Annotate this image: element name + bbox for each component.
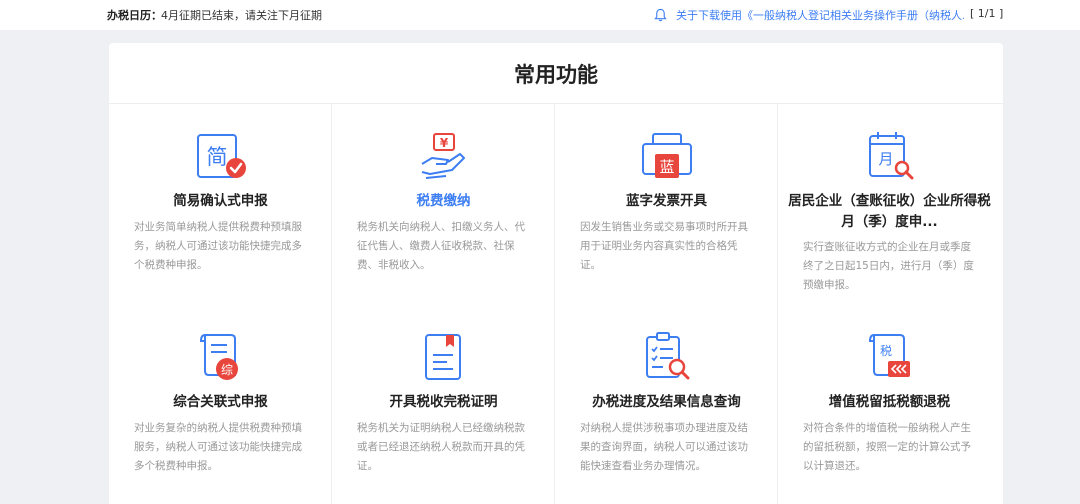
card-title: 增值税留抵税额退税: [828, 394, 951, 410]
card-title: 简易确认式申报: [173, 193, 268, 209]
svg-text:简: 简: [207, 145, 228, 169]
svg-text:综: 综: [221, 363, 233, 377]
blue-invoice-icon: 蓝: [642, 133, 692, 178]
top-notice-bar: 办税日历： 4月征期已结束，请关注下月征期 关于下载使用《一般纳税人登记相关业务…: [0, 0, 1080, 30]
card-description: 对业务复杂的纳税人提供税费种预填服务，纳税人可通过该功能快捷完成多个税费种申报。: [134, 422, 302, 472]
card-blue-invoice[interactable]: 蓝 蓝字发票开具 因发生销售业务或交易事项时所开具用于证明业务内容真实性的合格凭…: [555, 104, 778, 304]
card-resident-enterprise[interactable]: 月 居民企业（查账征收）企业所得税月（季）度申... 实行查账征收方式的企业在月…: [778, 104, 1001, 304]
svg-text:¥: ¥: [440, 136, 449, 150]
svg-text:蓝: 蓝: [659, 158, 674, 176]
svg-text:税: 税: [880, 344, 892, 358]
vat-refund-icon: 税: [868, 334, 910, 377]
card-description: 对纳税人提供涉税事项办理进度及结果的查询界面，纳税人可以通过该功能快速查看业务办…: [580, 422, 748, 472]
card-description: 税务机关向纳税人、扣缴义务人、代征代售人、缴费人征收税款、社保费、非税收入。: [357, 221, 525, 271]
resident-enterprise-icon: 月: [869, 132, 914, 180]
common-functions-panel: 常用功能 简 简易确认式申报 对业务简单纳税人提供税费种预填服务，纳税人可通过该…: [109, 43, 1003, 504]
bell-icon: [654, 8, 667, 22]
card-vat-refund[interactable]: 税 增值税留抵税额退税 对符合条件的增值税一般纳税人产生的留抵税额，按照一定的计…: [778, 305, 1001, 504]
card-description: 实行查账征收方式的企业在月或季度终了之日起15日内，进行月（季）度预缴申报。: [803, 241, 974, 291]
card-title: 开具税收完税证明: [389, 394, 498, 410]
simple-declaration-icon: 简: [197, 134, 246, 178]
tax-payment-icon: ¥: [421, 133, 465, 179]
tax-certificate-icon: [425, 334, 461, 380]
panel-title: 常用功能: [514, 63, 598, 87]
card-title: 蓝字发票开具: [626, 193, 707, 209]
progress-query-icon: [646, 332, 690, 380]
svg-text:月: 月: [878, 150, 893, 168]
card-title: 居民企业（查账征收）企业所得税月（季）度申...: [788, 193, 991, 230]
card-title: 综合关联式申报: [173, 394, 268, 410]
card-comprehensive-declaration[interactable]: 综 综合关联式申报 对业务复杂的纳税人提供税费种预填服务，纳税人可通过该功能快捷…: [109, 305, 332, 504]
card-tax-payment[interactable]: ¥ 税费缴纳 税务机关向纳税人、扣缴义务人、代征代售人、缴费人征收税款、社保费、…: [332, 104, 555, 304]
card-progress-query[interactable]: 办税进度及结果信息查询 对纳税人提供涉税事项办理进度及结果的查询界面，纳税人可以…: [555, 305, 778, 504]
card-title: 办税进度及结果信息查询: [592, 394, 741, 410]
tax-calendar-text: 4月征期已结束，请关注下月征期: [161, 9, 322, 22]
card-description: 对业务简单纳税人提供税费种预填服务，纳税人可通过该功能快捷完成多个税费种申报。: [134, 221, 302, 271]
notice-link[interactable]: 关于下载使用《一般纳税人登记相关业务操作手册（纳税人...: [676, 7, 964, 23]
card-description: 因发生销售业务或交易事项时所开具用于证明业务内容真实性的合格凭证。: [580, 221, 748, 271]
notice-pager: [ 1/1 ]: [970, 7, 1004, 20]
tax-calendar-label: 办税日历：: [107, 9, 162, 22]
card-simple-declaration[interactable]: 简 简易确认式申报 对业务简单纳税人提供税费种预填服务，纳税人可通过该功能快捷完…: [109, 104, 332, 304]
card-tax-certificate[interactable]: 开具税收完税证明 税务机关为证明纳税人已经缴纳税款或者已经退还纳税人税款而开具的…: [332, 305, 555, 504]
card-description: 对符合条件的增值税一般纳税人产生的留抵税额，按照一定的计算公式予以计算退还。: [803, 422, 971, 472]
comprehensive-declaration-icon: 综: [199, 334, 238, 380]
card-title: 税费缴纳: [416, 193, 471, 209]
card-description: 税务机关为证明纳税人已经缴纳税款或者已经退还纳税人税款而开具的凭证。: [357, 422, 525, 472]
